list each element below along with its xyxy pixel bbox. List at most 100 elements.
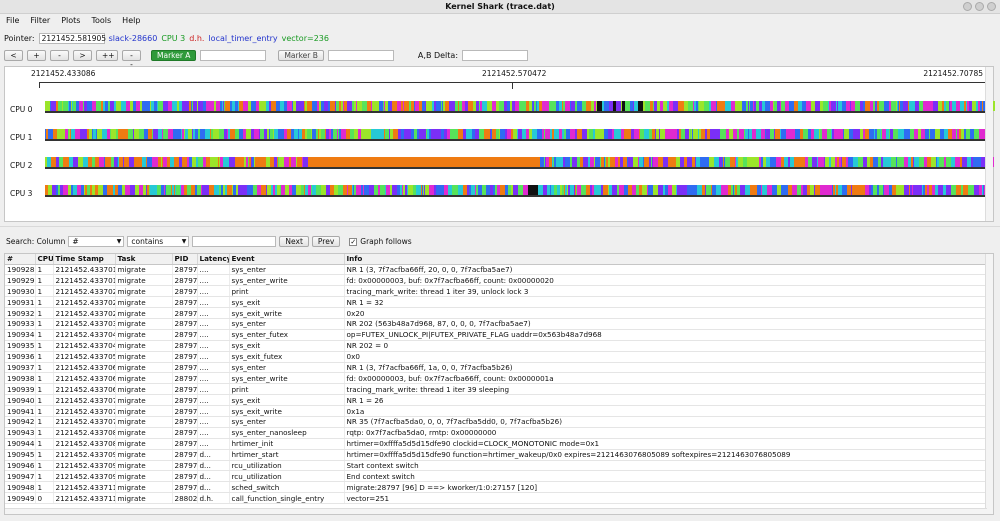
table-cell: 1: [35, 285, 54, 298]
table-row[interactable]: 190948 1 2121452.433711 migrate 28797 d... sch…: [5, 481, 988, 494]
table-row[interactable]: 190943 1 2121452.433708 migrate 28797.... sys…: [5, 427, 988, 439]
table-row[interactable]: 190928 1 2121452.433701 migrate 28797.... sys…: [5, 264, 988, 276]
table-row[interactable]: 190945 1 2121452.433709 migrate 28797 d... hrt…: [5, 449, 988, 461]
timestamp-right: 2121452.70785: [923, 69, 983, 78]
table-cell: 190948: [5, 481, 36, 494]
minimize-icon[interactable]: [963, 2, 972, 11]
task-slice: [388, 157, 396, 167]
table-row[interactable]: 190941 1 2121452.433707 migrate 28797.... sys…: [5, 405, 988, 417]
graph-follows-label: Graph follows: [360, 237, 412, 246]
table-row[interactable]: 190932 1 2121452.433702 migrate 28797.... sys…: [5, 307, 988, 319]
cpu-plot-0[interactable]: [45, 101, 995, 113]
table-row[interactable]: 190940 1 2121452.433707 migrate 28797.... sys…: [5, 394, 988, 407]
menu-plots[interactable]: Plots: [61, 14, 80, 27]
task-slice: [348, 157, 356, 167]
table-cell: 190946: [5, 460, 36, 472]
cpu-plot-3[interactable]: [45, 185, 991, 197]
table-row[interactable]: 190931 1 2121452.433702 migrate 28797.... sys…: [5, 296, 988, 309]
trace-graph[interactable]: 2121452.433086 2121452.570472 2121452.70…: [4, 66, 995, 222]
table-cell: 1: [35, 329, 54, 341]
cpu-plot-2[interactable]: [45, 157, 994, 169]
table-row[interactable]: 190947 1 2121452.433709 migrate 28797 d... rcu…: [5, 470, 988, 483]
menu-filter[interactable]: Filter: [30, 14, 50, 27]
time-ruler: [39, 82, 991, 89]
table-row[interactable]: 190930 1 2121452.433702 migrate 28797.... pri…: [5, 285, 988, 298]
table-row[interactable]: 190938 1 2121452.433706 migrate 28797.... sys…: [5, 372, 988, 385]
table-row[interactable]: 190939 1 2121452.433706 migrate 28797.... pri…: [5, 383, 988, 396]
cpu-label-0: CPU 0: [10, 105, 33, 114]
table-horizontal-scrollbar[interactable]: [5, 508, 987, 514]
column-header[interactable]: Info: [344, 254, 988, 265]
zoom-out-button[interactable]: -: [50, 50, 69, 61]
scroll-right-button[interactable]: >: [73, 50, 92, 61]
table-scrollbar[interactable]: [985, 254, 993, 514]
table-row[interactable]: 190949 0 2121452.433711 migrate 28802 d.h. cal…: [5, 492, 988, 505]
table-row[interactable]: 190937 1 2121452.433706 migrate 28797.... sys…: [5, 362, 988, 374]
search-input[interactable]: [192, 236, 277, 247]
marker-b-field[interactable]: [327, 50, 394, 61]
column-header[interactable]: PID: [172, 254, 198, 265]
task-slice: [316, 157, 324, 167]
delta-field[interactable]: [462, 50, 529, 61]
maximize-icon[interactable]: [975, 2, 984, 11]
close-icon[interactable]: [987, 2, 996, 11]
next-button[interactable]: Next: [279, 236, 309, 247]
table-cell: NR 1 (3, 7f7acfba66ff, 1a, 0, 0, 7f7acfb…: [344, 362, 988, 374]
column-header[interactable]: Time Stamp: [53, 254, 116, 265]
table-cell: d.h.: [197, 492, 230, 505]
table-cell: 1: [35, 460, 54, 472]
table-cell: hrtimer_init: [229, 438, 345, 450]
graph-scrollbar[interactable]: [985, 67, 993, 221]
table-row[interactable]: 190929 1 2121452.433701 migrate 28797.... sys…: [5, 274, 988, 287]
prev-button[interactable]: Prev: [311, 236, 341, 247]
table-cell: ....: [197, 372, 230, 385]
table-cell: 28797: [172, 307, 198, 319]
table-row[interactable]: 190936 1 2121452.433705 migrate 28797.... sys…: [5, 351, 988, 363]
task-slice: [356, 157, 364, 167]
column-header[interactable]: Latency: [197, 254, 230, 265]
cpu-plot-1[interactable]: [45, 129, 992, 141]
menu-help[interactable]: Help: [122, 14, 140, 27]
table-cell: ....: [197, 427, 230, 439]
zoom-in-button[interactable]: +: [27, 50, 46, 61]
pointer-label: Pointer:: [4, 34, 35, 43]
cpu-label-2: CPU 2: [10, 161, 33, 170]
table-cell: 1: [35, 405, 54, 417]
table-cell: sys_enter: [229, 264, 345, 276]
zoom-max-button[interactable]: ++: [96, 50, 118, 61]
table-cell: 2121452.433702: [53, 307, 116, 319]
table-cell: 0: [35, 492, 54, 505]
task-slice: [420, 157, 428, 167]
table-cell: 2121452.433701: [53, 264, 116, 276]
table-row[interactable]: 190935 1 2121452.433704 migrate 28797.... sys…: [5, 340, 988, 352]
marker-a-field[interactable]: [200, 50, 267, 61]
menu-file[interactable]: File: [6, 14, 19, 27]
splitter[interactable]: [0, 226, 1000, 230]
zoom-min-button[interactable]: - -: [122, 50, 141, 69]
scroll-left-button[interactable]: <: [4, 50, 23, 61]
table-cell: migrate: [115, 438, 173, 450]
column-header[interactable]: CPU: [35, 254, 54, 265]
table-cell: sys_exit_futex: [229, 351, 345, 363]
column-header[interactable]: Task: [115, 254, 173, 265]
task-slice: [452, 157, 460, 167]
table-cell: migrate: [115, 340, 173, 352]
search-mode-select[interactable]: contains ▼: [127, 236, 190, 247]
column-header[interactable]: Event: [229, 254, 345, 265]
search-column-select[interactable]: # ▼: [68, 236, 125, 247]
table-row[interactable]: 190934 1 2121452.433704 migrate 28797.... sys…: [5, 329, 988, 341]
table-cell: 190939: [5, 383, 36, 396]
column-header[interactable]: #: [5, 254, 36, 265]
menu-tools[interactable]: Tools: [91, 14, 111, 27]
pointer-field[interactable]: 2121452.581905: [38, 33, 106, 44]
delta-label: A,B Delta:: [417, 51, 459, 60]
table-cell: 2121452.433702: [53, 296, 116, 309]
graph-follows-checkbox[interactable]: ✓: [349, 237, 358, 246]
marker-b-button[interactable]: Marker B: [278, 50, 324, 61]
table-row[interactable]: 190942 1 2121452.433707 migrate 28797.... sys…: [5, 416, 988, 428]
table-cell: migrate: [115, 296, 173, 309]
table-row[interactable]: 190944 1 2121452.433708 migrate 28797.... hrt…: [5, 438, 988, 450]
table-row[interactable]: 190946 1 2121452.433709 migrate 28797 d... rcu…: [5, 460, 988, 472]
table-row[interactable]: 190933 1 2121452.433703 migrate 28797.... sys…: [5, 318, 988, 330]
marker-a-button[interactable]: Marker A: [151, 50, 197, 61]
